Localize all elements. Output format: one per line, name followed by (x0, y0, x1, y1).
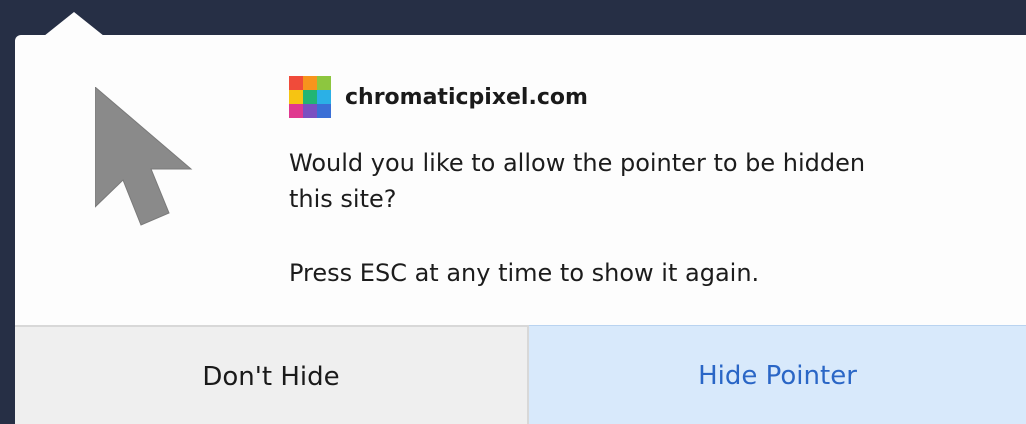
dont-hide-button[interactable]: Don't Hide (15, 327, 529, 424)
favicon-tile (303, 76, 317, 90)
button-bar: Don't Hide Hide Pointer (15, 325, 1026, 424)
esc-hint: Press ESC at any time to show it again. (289, 259, 760, 287)
favicon-tile (317, 76, 331, 90)
site-name: chromaticpixel.com (345, 84, 588, 110)
favicon-tile (317, 104, 331, 118)
favicon-tile (317, 90, 331, 104)
favicon-tile (289, 76, 303, 90)
favicon-tile (289, 90, 303, 104)
popup-arrow (44, 12, 104, 36)
favicon-tile (303, 90, 317, 104)
site-favicon-icon (289, 76, 331, 118)
pointer-lock-popup: chromaticpixel.com Would you like to all… (15, 35, 1026, 424)
favicon-tile (289, 104, 303, 118)
permission-message: Would you like to allow the pointer to b… (289, 149, 866, 213)
hide-pointer-button[interactable]: Hide Pointer (529, 325, 1026, 424)
mouse-pointer-icon (95, 87, 193, 226)
favicon-tile (303, 104, 317, 118)
screen-background: chromaticpixel.com Would you like to all… (0, 0, 1026, 424)
site-row: chromaticpixel.com (289, 76, 588, 118)
